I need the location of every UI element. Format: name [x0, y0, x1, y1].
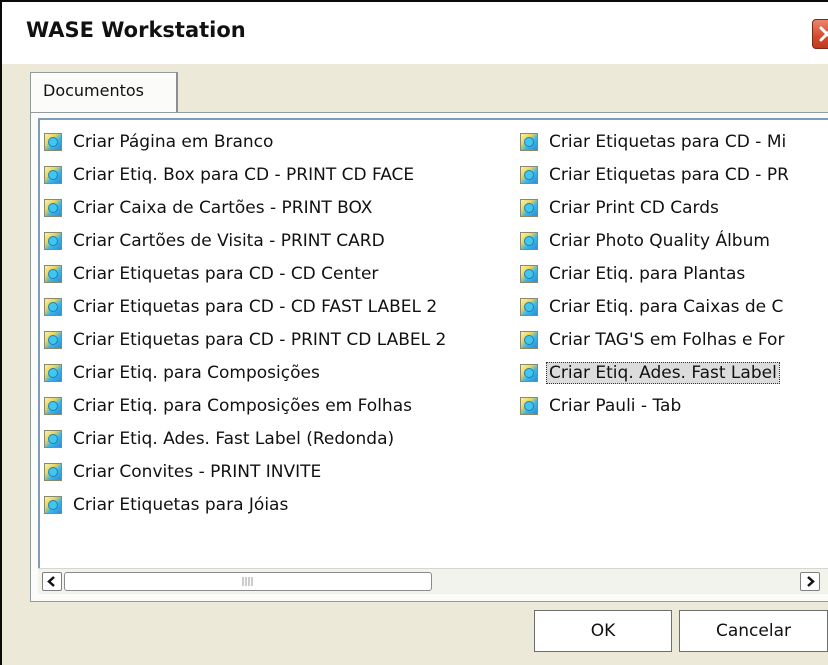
grip-icon: [242, 577, 253, 586]
list-item[interactable]: Criar Etiquetas para Jóias: [44, 488, 449, 521]
document-template-icon: [520, 132, 538, 151]
list-item-label: Criar TAG'S em Folhas e For: [549, 329, 785, 350]
list-item-label: Criar Etiq. para Plantas: [549, 263, 746, 284]
list-item-label: Criar Etiquetas para CD - CD Center: [73, 263, 379, 284]
document-template-icon: [520, 297, 538, 316]
list-item-label: Criar Print CD Cards: [549, 197, 719, 218]
list-item[interactable]: Criar Print CD Cards: [520, 191, 792, 224]
list-item-label: Criar Página em Branco: [73, 131, 274, 152]
ok-button[interactable]: OK: [534, 610, 672, 652]
document-template-icon: [44, 231, 62, 250]
list-item-label: Criar Etiquetas para Jóias: [73, 494, 289, 515]
scroll-thumb[interactable]: [64, 572, 432, 591]
list-item-label: Criar Cartões de Visita - PRINT CARD: [73, 230, 385, 251]
list-item[interactable]: Criar Etiquetas para CD - PR: [520, 158, 792, 191]
list-item[interactable]: Criar Etiquetas para CD - CD FAST LABEL …: [44, 290, 449, 323]
document-template-icon: [44, 363, 62, 382]
document-template-icon: [44, 495, 62, 514]
list-item[interactable]: Criar Convites - PRINT INVITE: [44, 455, 449, 488]
document-template-icon: [520, 231, 538, 250]
document-template-icon: [520, 396, 538, 415]
list-item[interactable]: Criar Etiq. para Caixas de C: [520, 290, 792, 323]
horizontal-scrollbar[interactable]: [38, 568, 828, 594]
close-icon: [819, 26, 828, 42]
arrow-left-icon: [47, 576, 55, 587]
document-template-icon: [44, 132, 62, 151]
document-template-icon: [520, 165, 538, 184]
list-item-selected[interactable]: Criar Etiq. Ades. Fast Label: [520, 356, 792, 389]
list-item[interactable]: Criar Etiq. Box para CD - PRINT CD FACE: [44, 158, 449, 191]
list-item[interactable]: Criar Etiquetas para CD - PRINT CD LABEL…: [44, 323, 449, 356]
tab-label: Documentos: [43, 81, 145, 100]
list-item-label: Criar Etiquetas para CD - PR: [549, 164, 789, 185]
tab-documentos[interactable]: Documentos: [30, 72, 178, 114]
close-button[interactable]: [812, 19, 828, 49]
arrow-right-icon: [807, 576, 815, 587]
document-template-icon: [44, 165, 62, 184]
list-item-label: Criar Etiquetas para CD - CD FAST LABEL …: [73, 296, 438, 317]
list-item[interactable]: Criar Etiq. Ades. Fast Label (Redonda): [44, 422, 449, 455]
document-template-icon: [520, 264, 538, 283]
list-item[interactable]: Criar Página em Branco: [44, 125, 449, 158]
window-title: WASE Workstation: [26, 18, 246, 42]
document-template-icon: [44, 330, 62, 349]
list-item-label: Criar Photo Quality Álbum: [549, 230, 770, 251]
document-template-icon: [44, 462, 62, 481]
list-item[interactable]: Criar Photo Quality Álbum: [520, 224, 792, 257]
list-item-label: Criar Etiq. para Composições em Folhas: [73, 395, 412, 416]
cancel-button[interactable]: Cancelar: [679, 610, 828, 652]
list-item-label: Criar Pauli - Tab: [549, 395, 682, 416]
list-item[interactable]: Criar Etiq. para Plantas: [520, 257, 792, 290]
list-item[interactable]: Criar Pauli - Tab: [520, 389, 792, 422]
document-template-icon: [44, 297, 62, 316]
list-column-2: Criar Etiquetas para CD - Mi Criar Etiqu…: [520, 125, 792, 422]
list-item-label: Criar Etiq. para Composições: [73, 362, 320, 383]
document-template-icon: [44, 264, 62, 283]
list-item[interactable]: Criar Cartões de Visita - PRINT CARD: [44, 224, 449, 257]
document-template-icon: [520, 198, 538, 217]
list-item[interactable]: Criar TAG'S em Folhas e For: [520, 323, 792, 356]
list-item-label: Criar Etiq. Ades. Fast Label: [546, 361, 780, 384]
list-item-label: Criar Convites - PRINT INVITE: [73, 461, 322, 482]
list-item[interactable]: Criar Etiquetas para CD - CD Center: [44, 257, 449, 290]
document-template-icon: [44, 396, 62, 415]
document-template-icon: [520, 330, 538, 349]
list-item-label: Criar Caixa de Cartões - PRINT BOX: [73, 197, 373, 218]
list-item-label: Criar Etiquetas para CD - Mi: [549, 131, 787, 152]
list-item[interactable]: Criar Etiq. para Composições em Folhas: [44, 389, 449, 422]
document-template-icon: [44, 198, 62, 217]
list-column-1: Criar Página em Branco Criar Etiq. Box p…: [44, 125, 449, 521]
list-item-label: Criar Etiquetas para CD - PRINT CD LABEL…: [73, 329, 447, 350]
scroll-right-button[interactable]: [800, 572, 820, 591]
title-bar[interactable]: WASE Workstation: [2, 2, 828, 64]
document-list[interactable]: Criar Página em Branco Criar Etiq. Box p…: [38, 118, 828, 594]
list-item-label: Criar Etiq. Box para CD - PRINT CD FACE: [73, 164, 415, 185]
list-item-label: Criar Etiq. Ades. Fast Label (Redonda): [73, 428, 395, 449]
document-template-icon: [44, 429, 62, 448]
document-template-icon: [520, 363, 538, 382]
list-item-label: Criar Etiq. para Caixas de C: [549, 296, 784, 317]
list-item[interactable]: Criar Etiquetas para CD - Mi: [520, 125, 792, 158]
list-item[interactable]: Criar Caixa de Cartões - PRINT BOX: [44, 191, 449, 224]
list-item[interactable]: Criar Etiq. para Composições: [44, 356, 449, 389]
scroll-left-button[interactable]: [42, 572, 62, 591]
